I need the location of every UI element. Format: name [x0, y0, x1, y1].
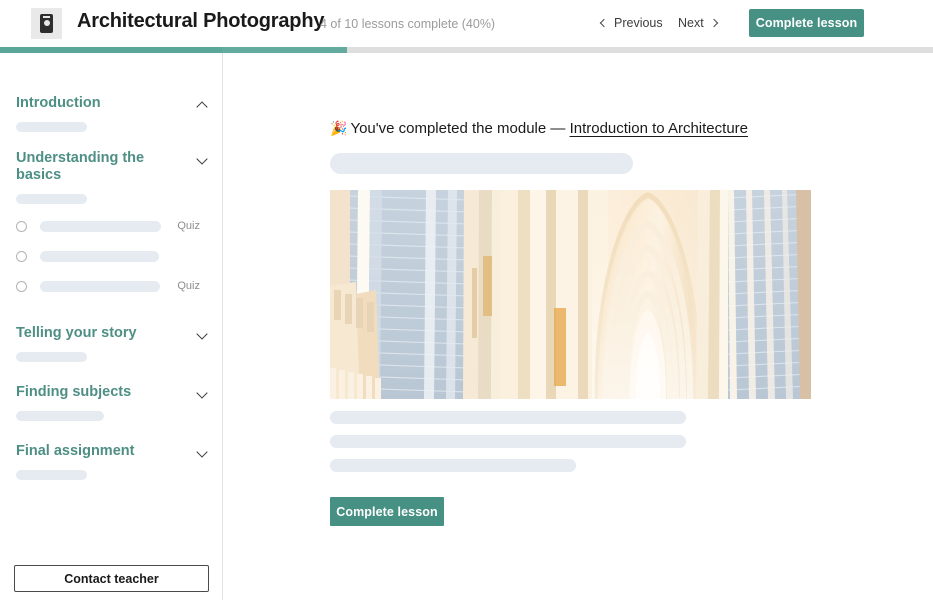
lesson-title-placeholder: [40, 280, 160, 292]
complete-lesson-button-header[interactable]: Complete lesson: [749, 9, 864, 37]
lesson-title-placeholder: [40, 250, 159, 262]
status-badge: Quiz: [177, 220, 200, 232]
sidebar-section-placeholder: [16, 193, 87, 204]
lesson-content: 🎉 You've completed the module — Introduct…: [223, 53, 933, 600]
lesson-completion-heading: 🎉 You've completed the module — Introduct…: [330, 121, 748, 136]
sidebar-section-title: Telling your story: [16, 325, 137, 341]
module-link[interactable]: Introduction to Architecture: [570, 120, 748, 137]
sidebar-section-title: Introduction: [16, 95, 101, 111]
sidebar-section-introduction: Introduction: [0, 95, 222, 132]
progress-status-text: 4 of 10 lessons complete (40%): [320, 17, 496, 31]
chevron-up-icon[interactable]: [196, 101, 208, 113]
chevron-right-icon: [709, 18, 718, 28]
sidebar-section-title: Finding subjects: [16, 384, 132, 400]
list-item[interactable]: [0, 246, 222, 266]
radio-unchecked-icon[interactable]: [16, 280, 27, 292]
sidebar-section-telling-your-story-header[interactable]: Telling your story: [16, 325, 208, 342]
sidebar-section-finding-subjects: Finding subjects: [0, 384, 222, 421]
list-item[interactable]: Quiz: [0, 276, 222, 296]
contact-teacher-button[interactable]: Contact teacher: [14, 565, 209, 592]
status-badge: Quiz: [177, 280, 200, 292]
sidebar-section-title: Understanding the basics: [16, 150, 145, 183]
camera-icon: [31, 8, 62, 39]
sidebar-section-finding-subjects-header[interactable]: Finding subjects: [16, 384, 208, 401]
course-player: Architectural Photography 4 of 10 lesson…: [0, 0, 933, 600]
sidebar-section-understanding-the-basics-header[interactable]: Understanding the basics: [16, 150, 208, 184]
chevron-down-icon[interactable]: [196, 328, 208, 340]
sidebar-section-placeholder: [16, 469, 87, 480]
sidebar-section-title: Final assignment: [16, 443, 135, 459]
radio-unchecked-icon[interactable]: [16, 250, 27, 262]
content-placeholder-line: [330, 411, 686, 424]
chevron-down-icon[interactable]: [196, 387, 208, 399]
sidebar-section-placeholder: [16, 410, 104, 421]
content-placeholder-line: [330, 459, 576, 472]
previous-label: Previous: [614, 16, 663, 30]
next-button[interactable]: Next: [678, 16, 718, 30]
sidebar-section-introduction-header[interactable]: Introduction: [16, 95, 208, 113]
sidebar-section-placeholder: [16, 351, 87, 362]
sidebar-section-telling-your-story: Telling your story: [0, 325, 222, 362]
app-header: Architectural Photography 4 of 10 lesson…: [0, 0, 933, 47]
list-item[interactable]: Quiz: [0, 216, 222, 236]
chevron-down-icon[interactable]: [196, 446, 208, 458]
lesson-heading-prefix: You've completed the module —: [350, 120, 566, 137]
sidebar-section-final-assignment-header[interactable]: Final assignment: [16, 443, 208, 460]
radio-unchecked-icon[interactable]: [16, 220, 27, 232]
content-placeholder-line: [330, 153, 633, 174]
content-placeholder-line: [330, 435, 686, 448]
lesson-title-placeholder: [40, 220, 161, 232]
complete-lesson-button-main[interactable]: Complete lesson: [330, 497, 444, 526]
next-label: Next: [678, 16, 704, 30]
sidebar-section-final-assignment: Final assignment: [0, 443, 222, 480]
previous-button[interactable]: Previous: [599, 16, 663, 30]
sidebar-section-understanding-the-basics: Understanding the basics: [0, 150, 222, 204]
course-sidebar: Introduction Understanding the basics Qu…: [0, 53, 223, 600]
party-popper-icon: 🎉: [330, 120, 348, 136]
lesson-image: [330, 190, 811, 399]
chevron-down-icon[interactable]: [196, 153, 208, 165]
chevron-left-icon: [599, 18, 609, 28]
cathedral-interior-photo: [330, 190, 811, 399]
sidebar-section-placeholder: [16, 121, 87, 132]
page-title: Architectural Photography: [77, 10, 325, 32]
